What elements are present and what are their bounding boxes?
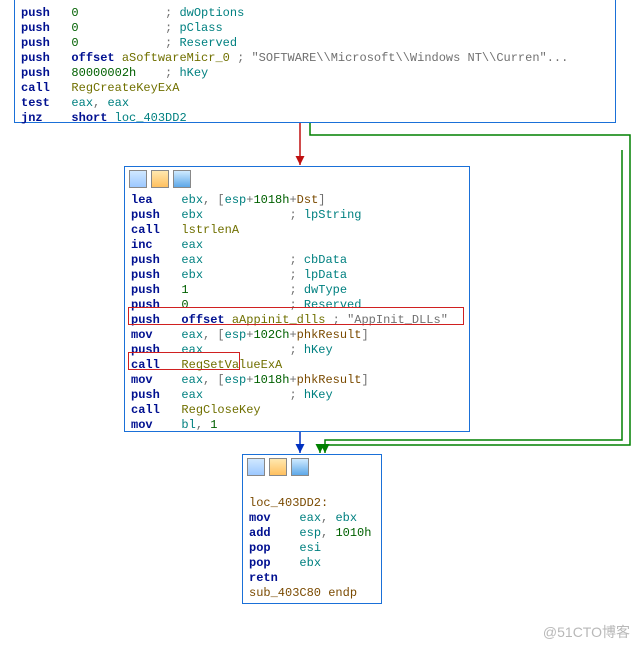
palette-icon[interactable] bbox=[151, 170, 169, 188]
window-icon[interactable] bbox=[291, 458, 309, 476]
code-bot: loc_403DD2: mov eax, ebx add esp, 1010h … bbox=[243, 479, 381, 605]
palette-icon[interactable] bbox=[269, 458, 287, 476]
window-icon[interactable] bbox=[173, 170, 191, 188]
disasm-block-top: push 0 ; dwOptions push 0 ; pClass push … bbox=[14, 0, 616, 123]
disasm-block-bot: loc_403DD2: mov eax, ebx add esp, 1010h … bbox=[242, 454, 382, 604]
code-top: push 0 ; dwOptions push 0 ; pClass push … bbox=[15, 4, 615, 130]
graph-icon[interactable] bbox=[247, 458, 265, 476]
graph-icon[interactable] bbox=[129, 170, 147, 188]
watermark: @51CTO博客 bbox=[543, 622, 630, 642]
block-toolbar bbox=[243, 455, 381, 479]
code-mid: lea ebx, [esp+1018h+Dst] push ebx ; lpSt… bbox=[125, 191, 469, 437]
block-toolbar bbox=[125, 167, 469, 191]
disasm-block-mid: lea ebx, [esp+1018h+Dst] push ebx ; lpSt… bbox=[124, 166, 470, 432]
